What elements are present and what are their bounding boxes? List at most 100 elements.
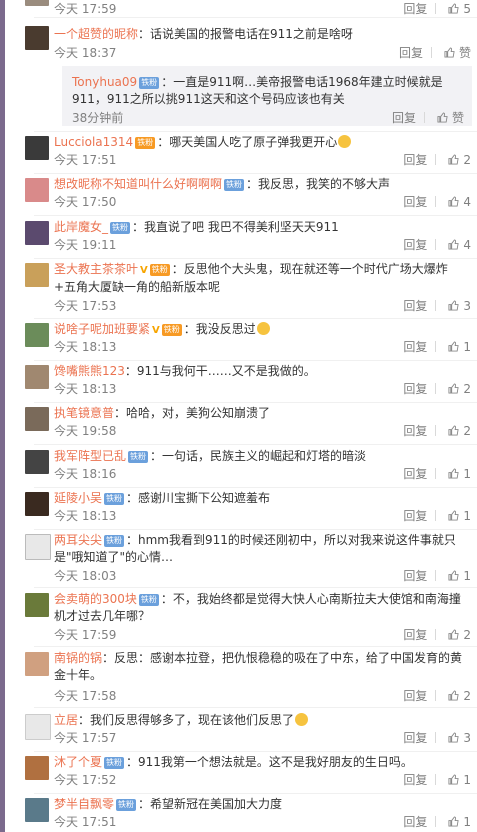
like-button[interactable]: 1: [448, 815, 471, 829]
reply-button[interactable]: 回复: [403, 813, 427, 830]
separator: [34, 487, 477, 488]
reply-button[interactable]: 回复: [403, 422, 427, 439]
reply-button[interactable]: 回复: [403, 151, 427, 168]
reply-button[interactable]: 回复: [403, 507, 427, 524]
avatar[interactable]: [25, 263, 49, 287]
list-item: 说啥子呢加班要紧 V 铁粉 ：我没反思过 今天 18:13 回复 1: [8, 321, 477, 361]
avatar[interactable]: [25, 323, 49, 347]
username-link[interactable]: 执笔镜意普: [54, 406, 114, 420]
username-link[interactable]: 此岸魔女_: [54, 220, 108, 234]
divider: [435, 239, 437, 250]
username-link[interactable]: 立居: [54, 713, 78, 727]
list-item: 想改昵称不知道叫什么好啊啊啊 铁粉 ：我反思，我笑的不够大声 今天 17:50 回复…: [8, 176, 477, 216]
reply-button[interactable]: 回复: [403, 567, 427, 584]
divider: [435, 154, 437, 165]
reply-button[interactable]: 回复: [403, 729, 427, 746]
like-button[interactable]: 1: [448, 569, 471, 583]
comment-text: ：一句话，民族主义的崛起和灯塔的暗淡: [150, 449, 367, 463]
avatar[interactable]: [25, 221, 49, 245]
reply-button[interactable]: 回复: [403, 297, 427, 314]
reply-button[interactable]: 回复: [403, 626, 427, 643]
username-link[interactable]: 沐了个夏: [54, 755, 102, 769]
reply-button[interactable]: 回复: [392, 109, 416, 126]
username-link[interactable]: 想改昵称不知道叫什么好啊啊啊: [54, 177, 222, 191]
reply-button[interactable]: 回复: [403, 771, 427, 788]
like-count: 2: [463, 424, 471, 438]
reply-button[interactable]: 回复: [403, 465, 427, 482]
avatar[interactable]: [25, 756, 49, 780]
avatar[interactable]: [25, 714, 51, 740]
reply-button[interactable]: 回复: [399, 44, 423, 61]
comment-body: Lucciola1314 铁粉 ：哪天美国人吃了原子弹我更开心: [54, 134, 469, 150]
divider: [435, 629, 437, 640]
like-button[interactable]: 2: [448, 153, 471, 167]
list-item: 会卖萌的300块 铁粉 ：不，我始终都是觉得大快人心南斯拉夫大使馆和南海撞机才过去几…: [8, 591, 477, 647]
like-button[interactable]: 4: [448, 238, 471, 252]
username-link[interactable]: Lucciola1314: [54, 135, 133, 149]
avatar[interactable]: [25, 798, 49, 822]
divider: [435, 383, 437, 394]
like-button[interactable]: 4: [448, 195, 471, 209]
avatar[interactable]: [25, 534, 51, 560]
like-button[interactable]: 3: [448, 731, 471, 745]
username-link[interactable]: 南锅的锅: [54, 651, 102, 665]
reply-button[interactable]: 回复: [403, 380, 427, 397]
reply-button[interactable]: 回复: [403, 338, 427, 355]
divider: [435, 690, 437, 701]
reply-button[interactable]: 回复: [403, 236, 427, 253]
username-link[interactable]: 两耳尖尖: [54, 533, 102, 547]
username-link[interactable]: 说啥子呢加班要紧: [54, 322, 150, 336]
avatar[interactable]: [25, 0, 49, 6]
like-button[interactable]: 赞: [437, 109, 464, 126]
avatar[interactable]: [25, 365, 49, 389]
comment-text: ：希望新冠在美国加大力度: [138, 797, 283, 811]
avatar[interactable]: [25, 652, 49, 676]
username-link[interactable]: 一个超赞的昵称: [54, 27, 138, 41]
avatar[interactable]: [25, 26, 49, 50]
divider: [435, 300, 437, 311]
like-button[interactable]: 1: [448, 773, 471, 787]
like-button[interactable]: 2: [448, 424, 471, 438]
comment-text: ：我没反思过: [183, 322, 256, 336]
like-count: 5: [463, 2, 471, 16]
username-link[interactable]: 梦半自飘零: [54, 797, 114, 811]
comment-text: ：话说美国的报警电话在911之前是啥呀: [138, 27, 353, 41]
comment-body: 说啥子呢加班要紧 V 铁粉 ：我没反思过: [54, 321, 469, 339]
fan-badge: 铁粉: [138, 594, 159, 606]
like-button[interactable]: 2: [448, 628, 471, 642]
username-link[interactable]: 馋嘴熊熊123: [54, 364, 125, 378]
comment-time: 今天 18:13: [54, 509, 117, 523]
username-link[interactable]: 会卖萌的300块: [54, 592, 137, 606]
avatar[interactable]: [25, 136, 49, 160]
thumbs-up-icon: [448, 425, 459, 436]
username-link[interactable]: 圣大教主茶茶叶: [54, 262, 138, 276]
like-button[interactable]: 赞: [444, 44, 471, 61]
reply-button[interactable]: 回复: [403, 193, 427, 210]
like-button[interactable]: 3: [448, 299, 471, 313]
like-button[interactable]: 1: [448, 509, 471, 523]
like-button[interactable]: 5: [448, 2, 471, 16]
comment-text: ：哪天美国人吃了原子弹我更开心: [157, 135, 338, 149]
avatar[interactable]: [25, 450, 49, 474]
username-link[interactable]: 延陵小吴: [54, 491, 102, 505]
avatar[interactable]: [25, 178, 49, 202]
left-accent-bar: [0, 0, 5, 832]
like-button[interactable]: 2: [448, 689, 471, 703]
separator: [34, 529, 477, 530]
like-button[interactable]: 2: [448, 382, 471, 396]
like-button[interactable]: 1: [448, 340, 471, 354]
avatar[interactable]: [25, 593, 49, 617]
list-item: 立居：我们反思得够多了，现在该他们反思了 今天 17:57 回复 3: [8, 712, 477, 752]
comment-body: 梦半自飘零 铁粉 ：希望新冠在美国加大力度: [54, 796, 469, 812]
reply-button[interactable]: 回复: [403, 0, 427, 17]
like-button[interactable]: 1: [448, 467, 471, 481]
username-link[interactable]: Tonyhua09: [72, 75, 137, 89]
like-count: 1: [463, 815, 471, 829]
avatar[interactable]: [25, 492, 49, 516]
thumbs-up-icon: [444, 47, 455, 58]
avatar[interactable]: [25, 407, 49, 431]
username-link[interactable]: 我军阵型已乱: [54, 449, 126, 463]
reply-button[interactable]: 回复: [403, 687, 427, 704]
comment-time: 今天 17:57: [54, 731, 117, 745]
list-item: 梦半自飘零 铁粉 ：希望新冠在美国加大力度 今天 17:51 回复 1: [8, 796, 477, 832]
